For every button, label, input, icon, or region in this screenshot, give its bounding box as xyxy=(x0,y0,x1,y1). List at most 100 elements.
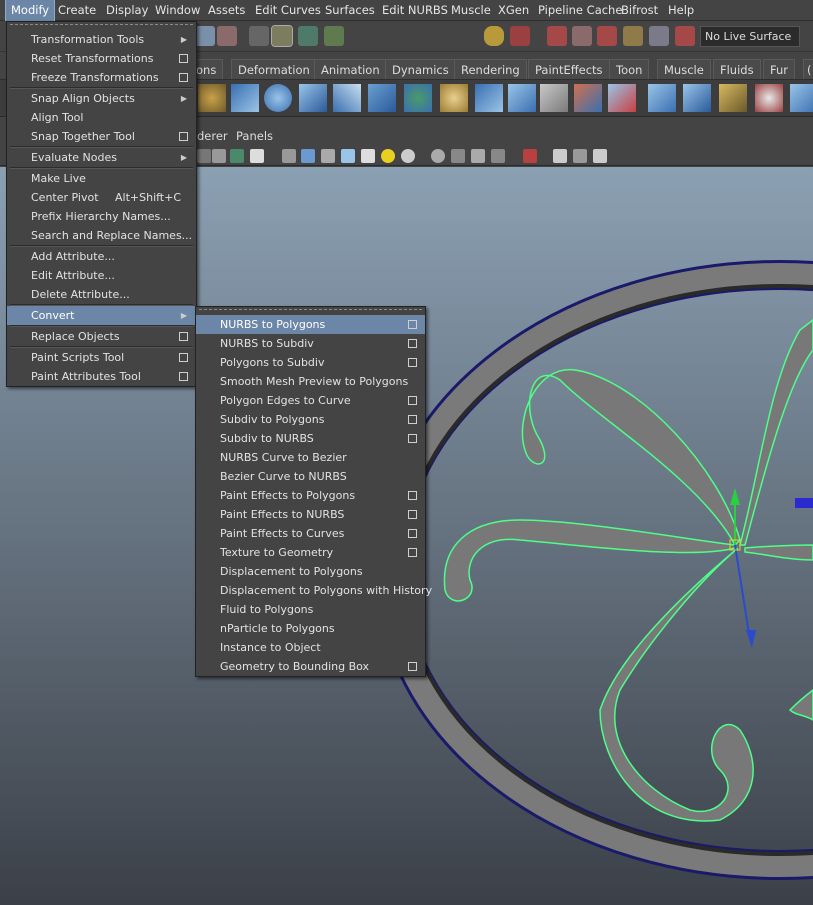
menu-item-convert[interactable]: Convert ▶ xyxy=(7,306,196,325)
cube-textured-icon[interactable] xyxy=(321,149,335,163)
snap-curve-icon[interactable] xyxy=(572,26,592,46)
pick-mode-icon[interactable] xyxy=(324,26,344,46)
menu-bifrost[interactable]: Bifrost xyxy=(616,0,663,21)
option-box-icon[interactable] xyxy=(179,353,188,362)
menu-item-align-tool[interactable]: Align Tool xyxy=(7,108,196,127)
menu-item-bezier-curve-to-nurbs[interactable]: Bezier Curve to NURBS xyxy=(196,467,425,486)
share-icon[interactable] xyxy=(593,149,607,163)
snap-view-icon[interactable] xyxy=(623,26,643,46)
option-box-icon[interactable] xyxy=(408,415,417,424)
rebuild-icon[interactable] xyxy=(648,84,676,112)
menu-item-displacement-to-polygons[interactable]: Displacement to Polygons xyxy=(196,562,425,581)
cube-wire-icon[interactable] xyxy=(282,149,296,163)
tab-dynamics[interactable]: Dynamics xyxy=(385,59,456,79)
cube-lit-icon[interactable] xyxy=(341,149,355,163)
object-mode-icon[interactable] xyxy=(271,25,293,47)
menu-item-nparticle-to-polygons[interactable]: nParticle to Polygons xyxy=(196,619,425,638)
insert-isoparm-icon[interactable] xyxy=(475,84,503,112)
select-mode-icon[interactable] xyxy=(195,26,215,46)
menu-muscle[interactable]: Muscle xyxy=(446,0,496,21)
text-icon[interactable] xyxy=(250,149,264,163)
menu-item-add-attribute[interactable]: Add Attribute... xyxy=(7,247,196,266)
option-box-icon[interactable] xyxy=(408,434,417,443)
component-mode-icon[interactable] xyxy=(298,26,318,46)
menu-help[interactable]: Help xyxy=(663,0,699,21)
tab-fluids[interactable]: Fluids xyxy=(713,59,761,79)
cylinder-icon[interactable] xyxy=(440,84,468,112)
tab-toon[interactable]: Toon xyxy=(609,59,650,79)
tab-painteffects[interactable]: PaintEffects xyxy=(528,59,610,79)
menu-item-delete-attribute[interactable]: Delete Attribute... xyxy=(7,285,196,304)
live-surface-field[interactable]: No Live Surface xyxy=(700,26,800,47)
menu-item-smooth-mesh-preview-to-polygons[interactable]: Smooth Mesh Preview to Polygons xyxy=(196,372,425,391)
gate-icon[interactable] xyxy=(573,149,587,163)
option-box-icon[interactable] xyxy=(179,372,188,381)
extrude-icon[interactable] xyxy=(299,84,327,112)
boundary-icon[interactable] xyxy=(368,84,396,112)
planar-icon[interactable] xyxy=(264,84,292,112)
option-box-icon[interactable] xyxy=(408,358,417,367)
menu-item-reset-transformations[interactable]: Reset Transformations xyxy=(7,49,196,68)
menu-item-paint-effects-to-curves[interactable]: Paint Effects to Curves xyxy=(196,524,425,543)
menu-item-snap-align-objects[interactable]: Snap Align Objects ▶ xyxy=(7,89,196,108)
menu-item-geometry-to-bounding-box[interactable]: Geometry to Bounding Box xyxy=(196,657,425,676)
tab-fur[interactable]: Fur xyxy=(763,59,796,79)
menu-item-center-pivot[interactable]: Center Pivot Alt+Shift+C xyxy=(7,188,196,207)
menu-item-fluid-to-polygons[interactable]: Fluid to Polygons xyxy=(196,600,425,619)
bevel-icon[interactable] xyxy=(333,84,361,112)
sculpt-icon[interactable] xyxy=(755,84,783,112)
magnet-icon[interactable] xyxy=(675,26,695,46)
trim-tool-icon[interactable] xyxy=(574,84,602,112)
tab-animation[interactable]: Animation xyxy=(314,59,387,79)
menu-item-displacement-to-polygons-with-history[interactable]: Displacement to Polygons with History xyxy=(196,581,432,600)
select-by-icon[interactable] xyxy=(510,26,530,46)
tab-muscle[interactable]: Muscle xyxy=(657,59,711,79)
menu-create[interactable]: Create xyxy=(53,0,101,21)
menu-item-make-live[interactable]: Make Live xyxy=(7,169,196,188)
snap-point-icon[interactable] xyxy=(597,26,617,46)
revolve-icon[interactable] xyxy=(231,84,259,112)
menu-item-paint-effects-to-polygons[interactable]: Paint Effects to Polygons xyxy=(196,486,425,505)
menu-item-nurbs-to-polygons[interactable]: NURBS to Polygons xyxy=(196,315,425,334)
isolate-icon[interactable] xyxy=(523,149,537,163)
cube-shaded-icon[interactable] xyxy=(301,149,315,163)
sphere-icon[interactable] xyxy=(401,149,415,163)
menu-item-transformation-tools[interactable]: Transformation Tools ▶ xyxy=(7,30,196,49)
snap-grid-icon[interactable] xyxy=(547,26,567,46)
menu-item-evaluate-nodes[interactable]: Evaluate Nodes ▶ xyxy=(7,148,196,167)
camera-icon[interactable] xyxy=(553,149,567,163)
option-box-icon[interactable] xyxy=(408,662,417,671)
aa-icon[interactable] xyxy=(491,149,505,163)
option-box-icon[interactable] xyxy=(408,320,417,329)
menu-xgen[interactable]: XGen xyxy=(493,0,534,21)
reverse-icon[interactable] xyxy=(683,84,711,112)
stitch-icon[interactable] xyxy=(719,84,747,112)
menu-item-subdiv-to-polygons[interactable]: Subdiv to Polygons xyxy=(196,410,425,429)
menu-item-polygons-to-subdiv[interactable]: Polygons to Subdiv xyxy=(196,353,425,372)
option-box-icon[interactable] xyxy=(179,132,188,141)
xray-icon[interactable] xyxy=(212,149,226,163)
option-box-icon[interactable] xyxy=(408,339,417,348)
checker-icon[interactable] xyxy=(361,149,375,163)
menu-window[interactable]: Window xyxy=(150,0,205,21)
mask-icon[interactable] xyxy=(249,26,269,46)
menu-item-nurbs-to-subdiv[interactable]: NURBS to Subdiv xyxy=(196,334,425,353)
wireframe-icon[interactable] xyxy=(197,149,211,163)
menu-item-instance-to-object[interactable]: Instance to Object xyxy=(196,638,425,657)
menu-edit-curves[interactable]: Edit Curves xyxy=(250,0,326,21)
light-icon[interactable] xyxy=(381,149,395,163)
snap-surface-icon[interactable] xyxy=(649,26,669,46)
tab-rendering[interactable]: Rendering xyxy=(454,59,527,79)
square-surface-icon[interactable] xyxy=(404,84,432,112)
menu-item-snap-together-tool[interactable]: Snap Together Tool xyxy=(7,127,196,146)
vp-menu-panels[interactable]: Panels xyxy=(236,127,273,146)
loft-icon[interactable] xyxy=(198,84,226,112)
option-box-icon[interactable] xyxy=(179,54,188,63)
menu-display[interactable]: Display xyxy=(101,0,153,21)
menu-pipeline-cache[interactable]: Pipeline Cache xyxy=(533,0,627,21)
menu-item-subdiv-to-nurbs[interactable]: Subdiv to NURBS xyxy=(196,429,425,448)
select-hierarchy-icon[interactable] xyxy=(217,26,237,46)
tab-more[interactable]: ( xyxy=(803,59,813,79)
menu-item-search-and-replace-names[interactable]: Search and Replace Names... xyxy=(7,226,196,245)
vp-menu-renderer[interactable]: derer xyxy=(197,127,228,146)
